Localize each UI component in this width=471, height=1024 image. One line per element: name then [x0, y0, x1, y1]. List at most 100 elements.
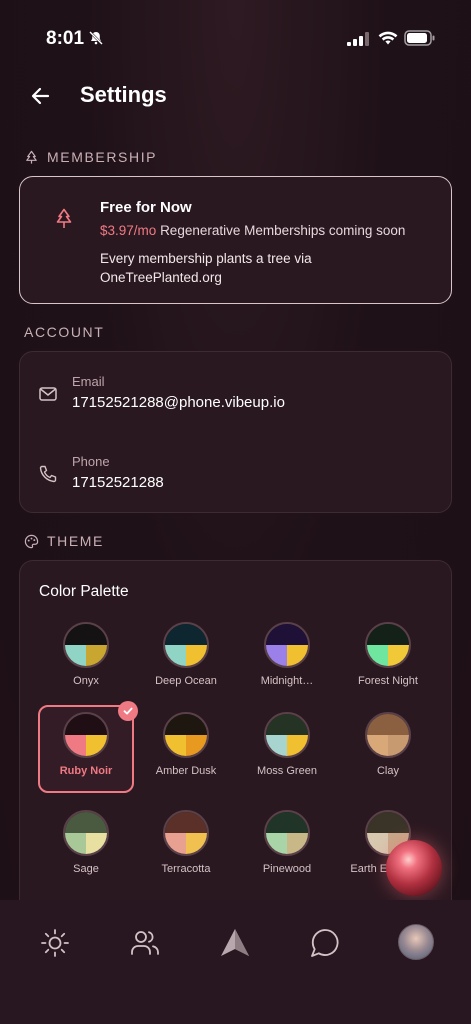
membership-price: $3.97/mo — [100, 223, 157, 238]
users-icon[interactable] — [128, 926, 162, 960]
email-value: 17152521288@phone.vibeup.io — [72, 394, 285, 411]
palette-color-segment — [388, 645, 409, 666]
palette-color-segment — [266, 624, 308, 645]
palette-color-segment — [165, 812, 207, 833]
page-title: Settings — [80, 82, 167, 107]
palette-preview-circle — [264, 810, 310, 856]
account-card: Email 17152521288@phone.vibeup.io Phone … — [19, 351, 452, 513]
palette-color-segment — [186, 645, 207, 666]
palette-preview-circle — [163, 712, 209, 758]
palette-preview-circle — [365, 622, 411, 668]
phone-row[interactable]: Phone 17152521288 — [20, 452, 451, 512]
palette-color-segment — [367, 714, 409, 735]
palette-name: Amber Dusk — [155, 765, 217, 777]
palette-color-segment — [65, 735, 86, 756]
palette-swatch[interactable]: Amber Dusk — [138, 705, 234, 793]
palette-name: Sage — [73, 863, 99, 875]
palette-swatch[interactable]: Forest Night — [340, 615, 436, 703]
membership-price-suffix: Regenerative Memberships coming soon — [160, 223, 406, 238]
palette-icon — [24, 534, 39, 548]
theme-section-label: THEME — [47, 533, 104, 549]
floating-orb-button[interactable] — [386, 840, 442, 896]
membership-section-header: MEMBERSHIP — [24, 149, 157, 165]
membership-section-label: MEMBERSHIP — [47, 149, 158, 165]
palette-color-segment — [165, 833, 186, 854]
theme-section-header: THEME — [24, 533, 104, 549]
palette-color-segment — [388, 735, 409, 756]
phone-icon — [39, 465, 57, 483]
palette-color-segment — [367, 812, 409, 833]
tree-icon — [26, 150, 37, 164]
color-palette-title: Color Palette — [39, 583, 129, 600]
palette-swatch[interactable]: Ruby Noir — [38, 701, 138, 793]
email-label: Email — [72, 374, 105, 389]
palette-swatch[interactable]: Terracotta — [138, 803, 234, 891]
palette-swatch[interactable]: Deep Ocean — [138, 615, 234, 703]
wifi-icon — [378, 31, 398, 45]
email-row[interactable]: Email 17152521288@phone.vibeup.io — [20, 372, 451, 432]
palette-color-segment — [65, 714, 107, 735]
palette-swatch[interactable]: Sage — [38, 803, 134, 891]
palette-color-segment — [186, 735, 207, 756]
bell-off-icon — [89, 31, 103, 45]
palette-name: Moss Green — [257, 765, 317, 777]
bottom-nav — [0, 900, 471, 1024]
palette-preview-circle — [163, 622, 209, 668]
palette-color-segment — [266, 812, 308, 833]
signal-icon — [347, 32, 369, 46]
phone-label: Phone — [72, 454, 110, 469]
palette-color-segment — [86, 645, 107, 666]
palette-color-segment — [266, 714, 308, 735]
palette-color-segment — [367, 735, 388, 756]
phone-value: 17152521288 — [72, 474, 164, 491]
status-bar: 8:01 — [0, 0, 471, 76]
membership-description: Every membership plants a tree via OneTr… — [100, 251, 312, 285]
account-section-label: ACCOUNT — [24, 324, 105, 340]
membership-card[interactable]: Free for Now $3.97/mo Regenerative Membe… — [19, 176, 452, 304]
palette-name: Terracotta — [161, 863, 211, 875]
palette-color-segment — [266, 735, 287, 756]
palette-color-segment — [186, 833, 207, 854]
palette-name: Ruby Noir — [59, 765, 113, 777]
back-arrow-icon[interactable] — [28, 84, 56, 108]
palette-name: Pinewood — [262, 863, 312, 875]
membership-title: Free for Now — [100, 199, 192, 216]
sun-icon[interactable] — [38, 926, 72, 960]
palette-preview-circle — [63, 712, 109, 758]
vibeup-logo-icon[interactable] — [218, 926, 252, 960]
palette-swatch[interactable]: Moss Green — [239, 705, 335, 793]
profile-avatar[interactable] — [398, 924, 434, 960]
palette-preview-circle — [163, 810, 209, 856]
membership-price-line: $3.97/mo Regenerative Memberships coming… — [100, 223, 405, 238]
palette-color-segment — [266, 645, 287, 666]
mail-icon — [39, 387, 57, 401]
palette-name: Forest Night — [358, 675, 418, 687]
palette-color-segment — [165, 645, 186, 666]
palette-color-segment — [165, 735, 186, 756]
palette-color-segment — [86, 833, 107, 854]
palette-preview-circle — [365, 712, 411, 758]
battery-icon — [404, 30, 435, 46]
palette-color-segment — [287, 833, 308, 854]
palette-swatch[interactable]: Clay — [340, 705, 436, 793]
palette-color-segment — [266, 833, 287, 854]
palette-preview-circle — [63, 810, 109, 856]
palette-color-segment — [65, 645, 86, 666]
palette-color-segment — [65, 833, 86, 854]
palette-swatch[interactable]: Onyx — [38, 615, 134, 703]
account-section-header: ACCOUNT — [24, 324, 104, 340]
palette-color-segment — [287, 645, 308, 666]
palette-name: Midnight… — [260, 675, 314, 687]
palette-name: Onyx — [73, 675, 99, 687]
palette-color-segment — [367, 624, 409, 645]
status-time: 8:01 — [46, 28, 85, 49]
tree-icon — [56, 208, 72, 228]
palette-swatch[interactable]: Pinewood — [239, 803, 335, 891]
palette-color-segment — [287, 735, 308, 756]
palette-swatch[interactable]: Midnight… — [239, 615, 335, 703]
chat-icon[interactable] — [308, 926, 342, 960]
palette-name: Deep Ocean — [155, 675, 217, 687]
palette-color-segment — [86, 735, 107, 756]
palette-preview-circle — [264, 712, 310, 758]
palette-color-segment — [367, 833, 388, 854]
